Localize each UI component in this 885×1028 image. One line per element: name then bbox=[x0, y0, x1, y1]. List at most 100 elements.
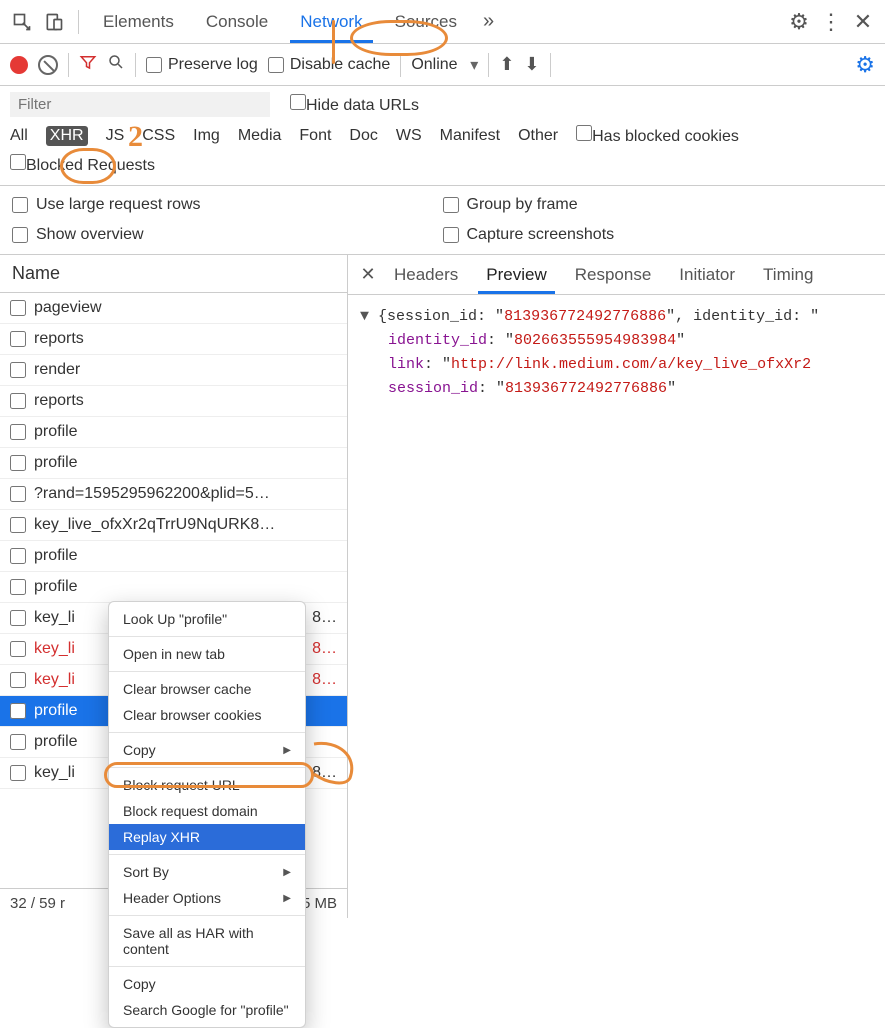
show-overview-label: Show overview bbox=[36, 226, 144, 244]
filter-type-font[interactable]: Font bbox=[299, 127, 331, 145]
request-name: reports bbox=[34, 330, 84, 348]
request-name: pageview bbox=[34, 299, 102, 317]
ctx-header-options[interactable]: Header Options bbox=[109, 885, 305, 911]
network-filter-bar: Hide data URLs All XHR JS CSS Img Media … bbox=[0, 86, 885, 186]
preserve-log-checkbox[interactable]: Preserve log bbox=[146, 56, 258, 74]
group-by-frame-checkbox[interactable]: Group by frame bbox=[443, 196, 874, 214]
filter-type-doc[interactable]: Doc bbox=[349, 127, 377, 145]
tab-preview[interactable]: Preview bbox=[472, 257, 560, 293]
ctx-lookup[interactable]: Look Up "profile" bbox=[109, 606, 305, 632]
request-row[interactable]: pageview bbox=[0, 293, 347, 324]
request-row[interactable]: ?rand=1595295962200&plid=5… bbox=[0, 479, 347, 510]
request-tail: 8… bbox=[312, 640, 337, 658]
show-overview-checkbox[interactable]: Show overview bbox=[12, 226, 443, 244]
request-name: ?rand=1595295962200&plid=5… bbox=[34, 485, 270, 503]
tab-console[interactable]: Console bbox=[192, 2, 282, 42]
filter-type-xhr[interactable]: XHR bbox=[46, 126, 88, 146]
preview-link-line: link: "http://link.medium.com/a/key_live… bbox=[360, 353, 873, 377]
disable-cache-checkbox[interactable]: Disable cache bbox=[268, 56, 391, 74]
filter-type-img[interactable]: Img bbox=[193, 127, 220, 145]
inspect-element-icon[interactable] bbox=[8, 8, 36, 36]
request-row[interactable]: profile bbox=[0, 448, 347, 479]
filter-type-manifest[interactable]: Manifest bbox=[440, 127, 500, 145]
divider bbox=[109, 915, 305, 916]
request-name: key_li bbox=[34, 671, 75, 689]
ctx-replay-xhr[interactable]: Replay XHR bbox=[109, 824, 305, 850]
divider bbox=[68, 53, 69, 77]
close-detail-icon[interactable]: ✕ bbox=[356, 264, 380, 285]
export-har-icon[interactable]: ⬇ bbox=[524, 54, 539, 75]
tab-timing[interactable]: Timing bbox=[749, 257, 827, 293]
blocked-requests-label: Blocked Requests bbox=[26, 157, 155, 174]
divider bbox=[109, 732, 305, 733]
filter-type-css[interactable]: CSS bbox=[142, 127, 175, 145]
filter-type-media[interactable]: Media bbox=[238, 127, 282, 145]
throttling-select[interactable]: Online bbox=[411, 56, 478, 73]
request-row[interactable]: reports bbox=[0, 324, 347, 355]
kebab-menu-icon[interactable]: ⋮ bbox=[817, 8, 845, 36]
tab-elements[interactable]: Elements bbox=[89, 2, 188, 42]
settings-gear-icon[interactable]: ⚙ bbox=[785, 8, 813, 36]
filter-type-other[interactable]: Other bbox=[518, 127, 558, 145]
expand-triangle-icon[interactable]: ▼ bbox=[360, 308, 378, 325]
large-rows-checkbox[interactable]: Use large request rows bbox=[12, 196, 443, 214]
tab-response[interactable]: Response bbox=[561, 257, 666, 293]
has-blocked-cookies-label: Has blocked cookies bbox=[592, 128, 739, 145]
divider bbox=[109, 636, 305, 637]
request-name: profile bbox=[34, 733, 78, 751]
detail-tabs: ✕ Headers Preview Response Initiator Tim… bbox=[348, 255, 885, 295]
request-name: profile bbox=[34, 454, 78, 472]
request-row[interactable]: profile bbox=[0, 572, 347, 603]
request-row[interactable]: render bbox=[0, 355, 347, 386]
ctx-save-har[interactable]: Save all as HAR with content bbox=[109, 920, 305, 962]
request-tail: 8… bbox=[312, 609, 337, 627]
hide-data-urls-checkbox[interactable]: Hide data URLs bbox=[290, 94, 419, 115]
ctx-block-domain[interactable]: Block request domain bbox=[109, 798, 305, 824]
clear-button[interactable] bbox=[38, 55, 58, 75]
device-toggle-icon[interactable] bbox=[40, 8, 68, 36]
tab-network[interactable]: Network bbox=[286, 2, 376, 42]
ctx-clear-cache[interactable]: Clear browser cache bbox=[109, 676, 305, 702]
blocked-requests-checkbox[interactable]: Blocked Requests bbox=[10, 154, 155, 175]
tabs-overflow-icon[interactable]: » bbox=[475, 10, 502, 33]
ctx-copy[interactable]: Copy bbox=[109, 737, 305, 763]
preview-identity-line: identity_id: "802663555954983984" bbox=[360, 329, 873, 353]
request-row[interactable]: profile bbox=[0, 541, 347, 572]
ctx-block-url[interactable]: Block request URL bbox=[109, 772, 305, 798]
request-row[interactable]: key_live_ofxXr2qTrrU9NqURK8… bbox=[0, 510, 347, 541]
ctx-clear-cookies[interactable]: Clear browser cookies bbox=[109, 702, 305, 728]
preview-content[interactable]: ▼ {session_id: "813936772492776886", ide… bbox=[348, 295, 885, 918]
request-name: profile bbox=[34, 702, 78, 720]
ctx-search-google[interactable]: Search Google for "profile" bbox=[109, 997, 305, 1023]
filter-toggle-icon[interactable] bbox=[79, 53, 97, 76]
capture-screenshots-checkbox[interactable]: Capture screenshots bbox=[443, 226, 874, 244]
filter-type-js[interactable]: JS bbox=[106, 127, 125, 145]
request-row[interactable]: reports bbox=[0, 386, 347, 417]
record-button[interactable] bbox=[10, 56, 28, 74]
preview-line1: {session_id: "813936772492776886", ident… bbox=[378, 308, 819, 325]
filter-type-all[interactable]: All bbox=[10, 127, 28, 145]
search-icon[interactable] bbox=[107, 53, 125, 76]
disable-cache-label: Disable cache bbox=[290, 56, 391, 74]
ctx-open-new-tab[interactable]: Open in new tab bbox=[109, 641, 305, 667]
import-har-icon[interactable]: ⬆ bbox=[499, 54, 514, 75]
name-column-header[interactable]: Name bbox=[0, 255, 347, 293]
network-toolbar: Preserve log Disable cache Online ⬆ ⬇ ⚙ bbox=[0, 44, 885, 86]
divider bbox=[109, 966, 305, 967]
network-settings-icon[interactable]: ⚙ bbox=[855, 52, 875, 78]
has-blocked-cookies-checkbox[interactable]: Has blocked cookies bbox=[576, 125, 739, 146]
tab-sources[interactable]: Sources bbox=[381, 2, 471, 42]
divider bbox=[109, 671, 305, 672]
ctx-sort-by[interactable]: Sort By bbox=[109, 859, 305, 885]
request-tail: 8… bbox=[312, 764, 337, 782]
tab-initiator[interactable]: Initiator bbox=[665, 257, 749, 293]
ctx-copy2[interactable]: Copy bbox=[109, 971, 305, 997]
devtools-tabbar: Elements Console Network Sources » ⚙ ⋮ ✕ bbox=[0, 0, 885, 44]
request-row[interactable]: profile bbox=[0, 417, 347, 448]
filter-type-row: All XHR JS CSS Img Media Font Doc WS Man… bbox=[10, 125, 875, 146]
filter-type-ws[interactable]: WS bbox=[396, 127, 422, 145]
filter-input[interactable] bbox=[10, 92, 270, 117]
tab-headers[interactable]: Headers bbox=[380, 257, 472, 293]
request-name: reports bbox=[34, 392, 84, 410]
close-devtools-icon[interactable]: ✕ bbox=[849, 8, 877, 36]
